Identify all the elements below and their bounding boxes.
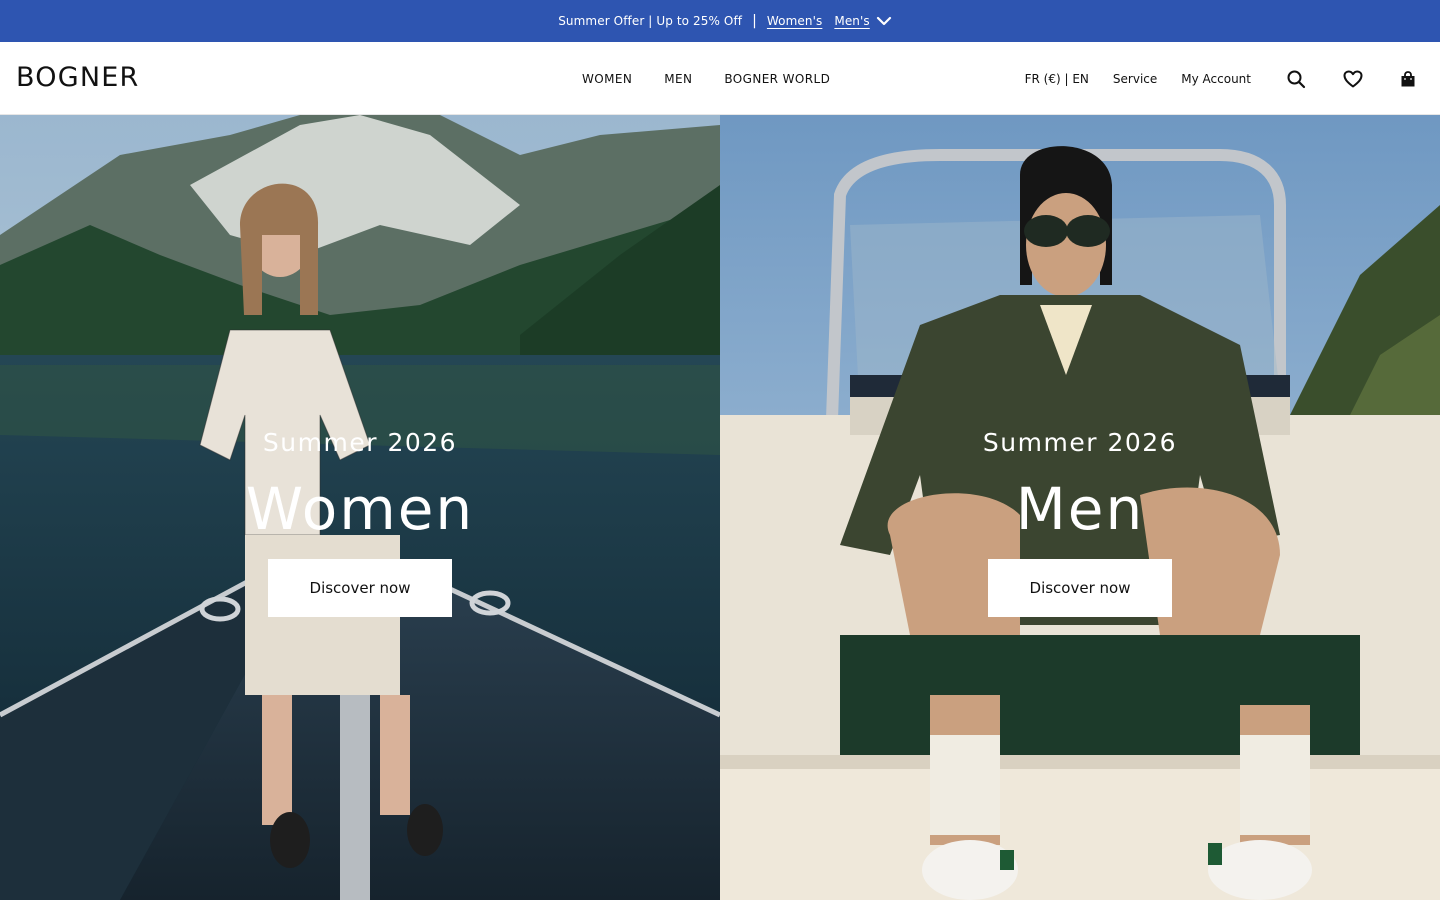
main-navigation: WOMEN MEN BOGNER WORLD <box>566 42 846 115</box>
chevron-down-icon[interactable] <box>876 14 892 28</box>
hero-title-men: Men <box>1015 475 1145 543</box>
discover-now-men-button[interactable]: Discover now <box>988 559 1172 617</box>
promo-separator: | <box>752 13 757 29</box>
nav-item-bogner-world[interactable]: BOGNER WORLD <box>708 72 846 86</box>
hero-panel-men[interactable]: Summer 2026 Men Discover now <box>720 115 1440 900</box>
promo-link-womens[interactable]: Women's <box>767 14 822 28</box>
promo-bar: Summer Offer | Up to 25% Off | Women's M… <box>0 0 1440 42</box>
bag-icon[interactable] <box>1397 68 1419 90</box>
my-account-link[interactable]: My Account <box>1181 72 1251 86</box>
nav-item-women[interactable]: WOMEN <box>566 72 648 86</box>
locale-selector[interactable]: FR (€) | EN <box>1025 72 1089 86</box>
promo-link-mens[interactable]: Men's <box>834 14 869 28</box>
utility-navigation: FR (€) | EN Service My Account <box>1025 42 1440 115</box>
hero-title-women: Women <box>245 475 475 543</box>
hero-subtitle-men: Summer 2026 <box>982 428 1178 457</box>
nav-item-men[interactable]: MEN <box>648 72 708 86</box>
brand-logo[interactable]: BOGNER <box>16 62 139 93</box>
promo-text: Summer Offer | Up to 25% Off <box>558 14 743 28</box>
search-icon[interactable] <box>1285 68 1307 90</box>
heart-icon[interactable] <box>1342 68 1364 90</box>
site-header: BOGNER WOMEN MEN BOGNER WORLD FR (€) | E… <box>0 42 1440 115</box>
discover-now-women-button[interactable]: Discover now <box>268 559 452 617</box>
service-link[interactable]: Service <box>1113 72 1157 86</box>
hero-subtitle-women: Summer 2026 <box>262 428 458 457</box>
hero-panel-women[interactable]: Summer 2026 Women Discover now <box>0 115 720 900</box>
